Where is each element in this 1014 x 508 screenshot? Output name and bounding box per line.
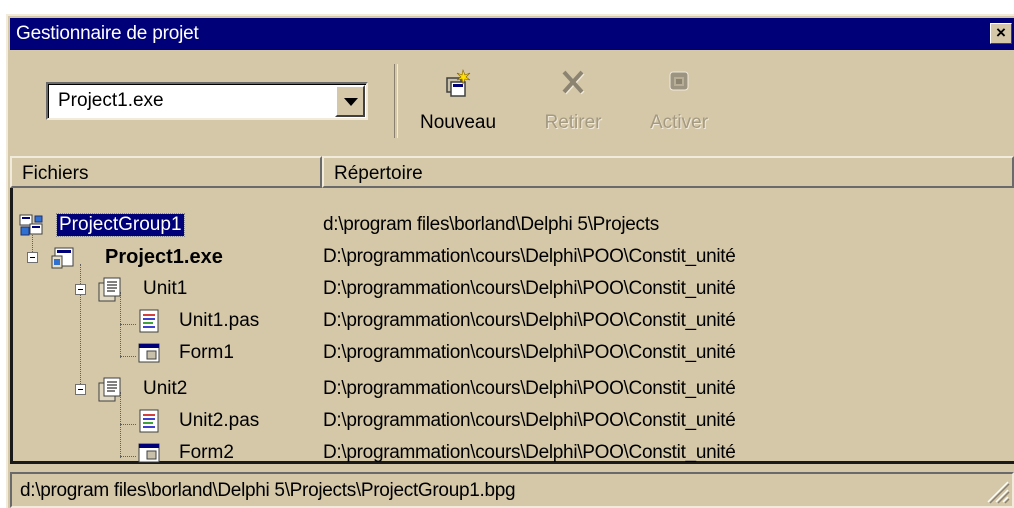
column-header-directory[interactable]: Répertoire	[322, 156, 1014, 188]
project-group-icon	[19, 214, 43, 236]
close-button[interactable]: ×	[990, 23, 1012, 44]
tree-item-label: Form1	[179, 342, 234, 363]
remove-button-label: Retirer	[544, 112, 602, 133]
pas-file-icon	[139, 309, 159, 333]
collapse-toggle[interactable]	[75, 384, 86, 395]
activate-icon	[669, 71, 689, 91]
column-header-files[interactable]: Fichiers	[10, 156, 322, 188]
new-button[interactable]: Nouveau	[408, 58, 508, 142]
tree-row-form2[interactable]: Form2 D:\programmation\cours\Delphi\POO\…	[13, 438, 1013, 470]
column-directory-label: Répertoire	[334, 163, 423, 184]
remove-button[interactable]: Retirer	[528, 58, 618, 142]
form-icon	[138, 443, 160, 463]
unit-icon	[98, 377, 121, 402]
toolbar-separator	[394, 64, 398, 138]
remove-x-icon	[562, 70, 585, 95]
title-bar[interactable]: Gestionnaire de projet ×	[10, 18, 1014, 50]
tree-item-label: Unit2	[143, 378, 188, 399]
tree-item-label: Unit1.pas	[179, 310, 260, 331]
project-combo[interactable]: Project1.exe	[46, 82, 368, 120]
new-button-label: Nouveau	[419, 112, 497, 133]
close-icon: ×	[996, 23, 1006, 42]
combo-dropdown-button[interactable]	[335, 85, 365, 117]
project-manager-window: Gestionnaire de projet × Project1.exe No…	[6, 14, 1014, 508]
project-combo-value: Project1.exe	[58, 90, 164, 111]
toolbar: Project1.exe Nouveau Retirer Activer	[8, 52, 1012, 148]
resize-grip-icon[interactable]	[984, 478, 1010, 504]
tree-row-unit1[interactable]: Unit1 D:\programmation\cours\Delphi\POO\…	[13, 274, 1013, 306]
activate-button[interactable]: Activer	[634, 58, 724, 142]
pas-file-icon	[139, 409, 159, 433]
chevron-down-icon	[344, 98, 358, 106]
status-bar: d:\program files\borland\Delphi 5\Projec…	[10, 472, 1014, 508]
tree-row-unit2[interactable]: Unit2 D:\programmation\cours\Delphi\POO\…	[13, 374, 1013, 406]
tree-item-label: Project1.exe	[105, 246, 223, 268]
tree-item-label: Form2	[179, 442, 234, 463]
tree-item-directory: D:\programmation\cours\Delphi\POO\Consti…	[323, 442, 736, 463]
tree-row-projectgroup1[interactable]: ProjectGroup1 d:\program files\borland\D…	[13, 210, 1013, 242]
tree-item-directory: D:\programmation\cours\Delphi\POO\Consti…	[323, 246, 736, 267]
tree-row-unit1-pas[interactable]: Unit1.pas D:\programmation\cours\Delphi\…	[13, 306, 1013, 338]
tree-item-label: Unit2.pas	[179, 410, 260, 431]
project-icon	[51, 247, 74, 269]
activate-button-label: Activer	[649, 112, 709, 133]
window-title: Gestionnaire de projet	[16, 23, 199, 44]
tree-item-directory: D:\programmation\cours\Delphi\POO\Consti…	[323, 378, 736, 399]
tree-item-label: Unit1	[143, 278, 188, 299]
collapse-toggle[interactable]	[75, 284, 86, 295]
status-path: d:\program files\borland\Delphi 5\Projec…	[20, 480, 516, 501]
tree-row-project1[interactable]: Project1.exe D:\programmation\cours\Delp…	[13, 242, 1013, 274]
tree-item-directory: d:\program files\borland\Delphi 5\Projec…	[323, 214, 659, 235]
tree-item-directory: D:\programmation\cours\Delphi\POO\Consti…	[323, 342, 736, 363]
tree-item-directory: D:\programmation\cours\Delphi\POO\Consti…	[323, 278, 736, 299]
list-header: Fichiers Répertoire	[10, 156, 1014, 188]
tree-row-form1[interactable]: Form1 D:\programmation\cours\Delphi\POO\…	[13, 338, 1013, 370]
tree-item-label: ProjectGroup1	[56, 213, 185, 237]
form-icon	[138, 343, 160, 363]
tree-row-unit2-pas[interactable]: Unit2.pas D:\programmation\cours\Delphi\…	[13, 406, 1013, 438]
new-project-icon	[446, 68, 471, 97]
tree-item-directory: D:\programmation\cours\Delphi\POO\Consti…	[323, 310, 736, 331]
tree-item-directory: D:\programmation\cours\Delphi\POO\Consti…	[323, 410, 736, 431]
unit-icon	[98, 277, 121, 302]
column-files-label: Fichiers	[22, 163, 89, 184]
project-tree[interactable]: ProjectGroup1 d:\program files\borland\D…	[10, 188, 1014, 464]
collapse-toggle[interactable]	[27, 252, 38, 263]
